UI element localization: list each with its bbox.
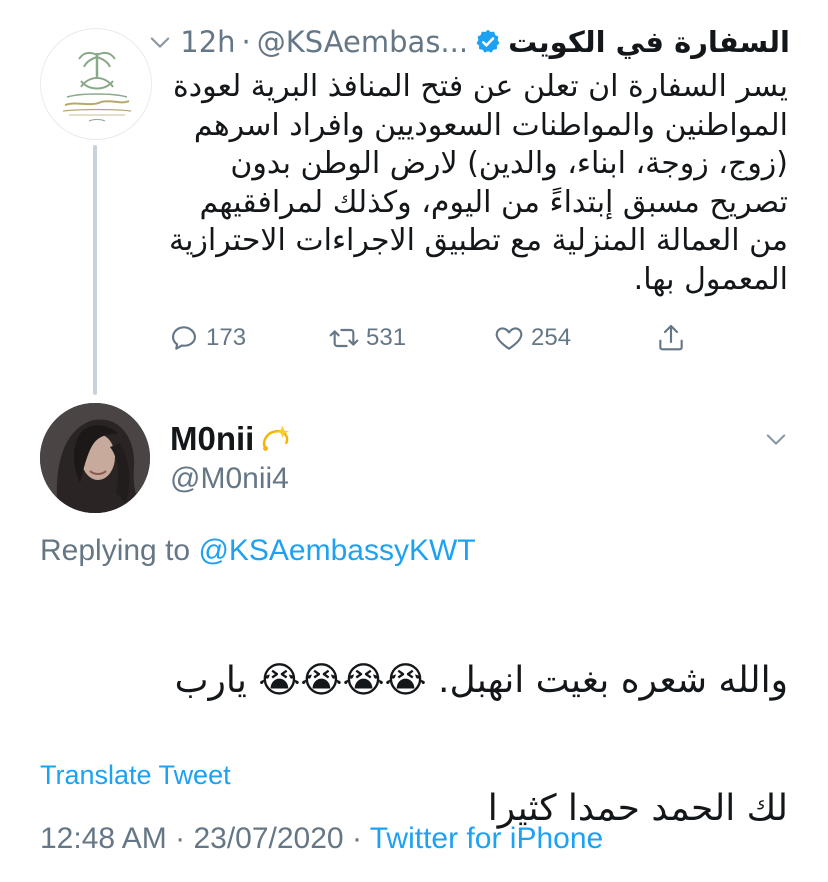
embassy-avatar[interactable] <box>40 28 152 140</box>
like-count: 254 <box>531 324 572 351</box>
reply-icon <box>172 326 196 350</box>
reply-author-handle[interactable]: @M0nii4 <box>170 462 289 496</box>
like-button[interactable]: 254 <box>493 322 571 354</box>
meta-separator-1: · <box>175 822 186 855</box>
reply-author-name-row[interactable]: M0nii <box>170 420 292 458</box>
retweet-icon <box>329 328 359 348</box>
verified-badge-icon <box>476 29 500 53</box>
tweet-date: 23/07/2020 <box>193 822 344 855</box>
reply-author-name[interactable]: M0nii <box>170 420 254 458</box>
parent-tweet-time[interactable]: 12h <box>180 25 235 59</box>
share-button[interactable] <box>655 322 687 354</box>
retweet-count: 531 <box>366 324 407 351</box>
tweet-timestamp: 12:48 AM <box>40 822 167 855</box>
dizzy-sparkle-icon <box>263 425 290 451</box>
chevron-down-icon[interactable] <box>762 425 790 453</box>
user-avatar[interactable] <box>40 403 150 513</box>
replying-to-mention[interactable]: @KSAembassyKWT <box>198 534 475 567</box>
thread-connector-line <box>93 145 97 395</box>
parent-author-handle[interactable]: @KSAembas... <box>257 25 468 59</box>
reply-text-line-1: والله شعره بغيت انهبل. 😭😭😭😭 يارب <box>174 660 788 701</box>
heart-icon <box>495 327 523 350</box>
user-photo <box>40 403 150 513</box>
replying-prefix: Replying to <box>40 534 191 567</box>
meta-separator-2: · <box>351 822 362 855</box>
tweet-metadata: 12:48 AM · 23/07/2020 · Twitter for iPho… <box>40 822 603 856</box>
translate-tweet-link[interactable]: Translate Tweet <box>40 760 231 791</box>
parent-author-name[interactable]: السفارة في الكويت <box>508 25 790 59</box>
retweet-button[interactable]: 531 <box>328 322 406 354</box>
parent-tweet-text: يسر السفارة ان تعلن عن فتح المنافذ البري… <box>168 69 788 297</box>
parent-tweet-header: السفارة في الكويت @KSAembas... · 12h <box>140 22 790 62</box>
saudi-emblem-icon <box>62 51 132 122</box>
replying-to-line: Replying to @KSAembassyKWT <box>40 534 476 568</box>
reply-count: 173 <box>206 324 247 351</box>
tweet-source-link[interactable]: Twitter for iPhone <box>370 822 603 855</box>
parent-time-separator: · <box>241 25 251 59</box>
reply-button[interactable]: 173 <box>168 322 246 354</box>
chevron-down-icon[interactable] <box>146 28 174 56</box>
share-icon <box>659 324 683 351</box>
